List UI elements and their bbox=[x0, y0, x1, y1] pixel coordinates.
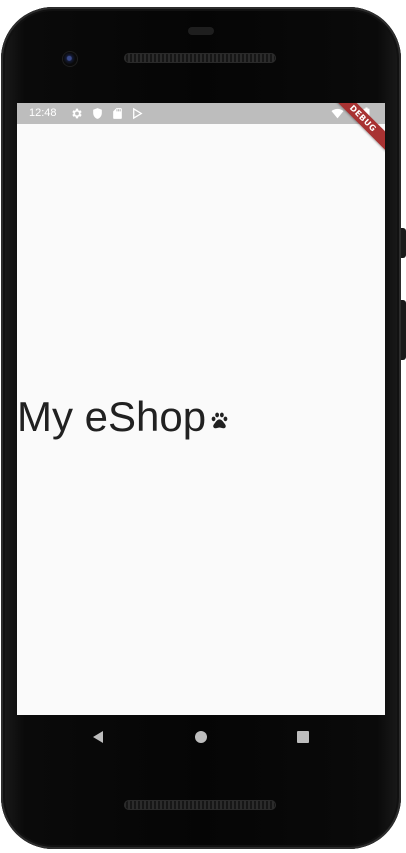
status-bar: 12:48 bbox=[17, 103, 385, 124]
back-icon[interactable] bbox=[88, 727, 108, 747]
bottom-speaker bbox=[124, 800, 276, 810]
phone-frame: 12:48 DEBUG My eShop bbox=[0, 0, 406, 853]
home-icon[interactable] bbox=[191, 727, 211, 747]
app-title: My eShop bbox=[17, 393, 207, 440]
status-time: 12:48 bbox=[29, 107, 57, 119]
earpiece bbox=[188, 27, 214, 35]
navigation-bar bbox=[17, 715, 385, 759]
front-camera bbox=[63, 52, 77, 66]
paw-icon bbox=[211, 412, 228, 428]
settings-icon bbox=[72, 108, 82, 119]
wifi-icon bbox=[331, 108, 344, 119]
play-store-icon bbox=[133, 107, 143, 120]
screen: 12:48 DEBUG My eShop bbox=[17, 103, 385, 715]
recents-icon[interactable] bbox=[293, 727, 313, 747]
shield-icon bbox=[93, 108, 102, 119]
top-speaker bbox=[124, 53, 276, 63]
sd-card-icon bbox=[113, 108, 122, 119]
app-brand: My eShop bbox=[17, 393, 229, 441]
